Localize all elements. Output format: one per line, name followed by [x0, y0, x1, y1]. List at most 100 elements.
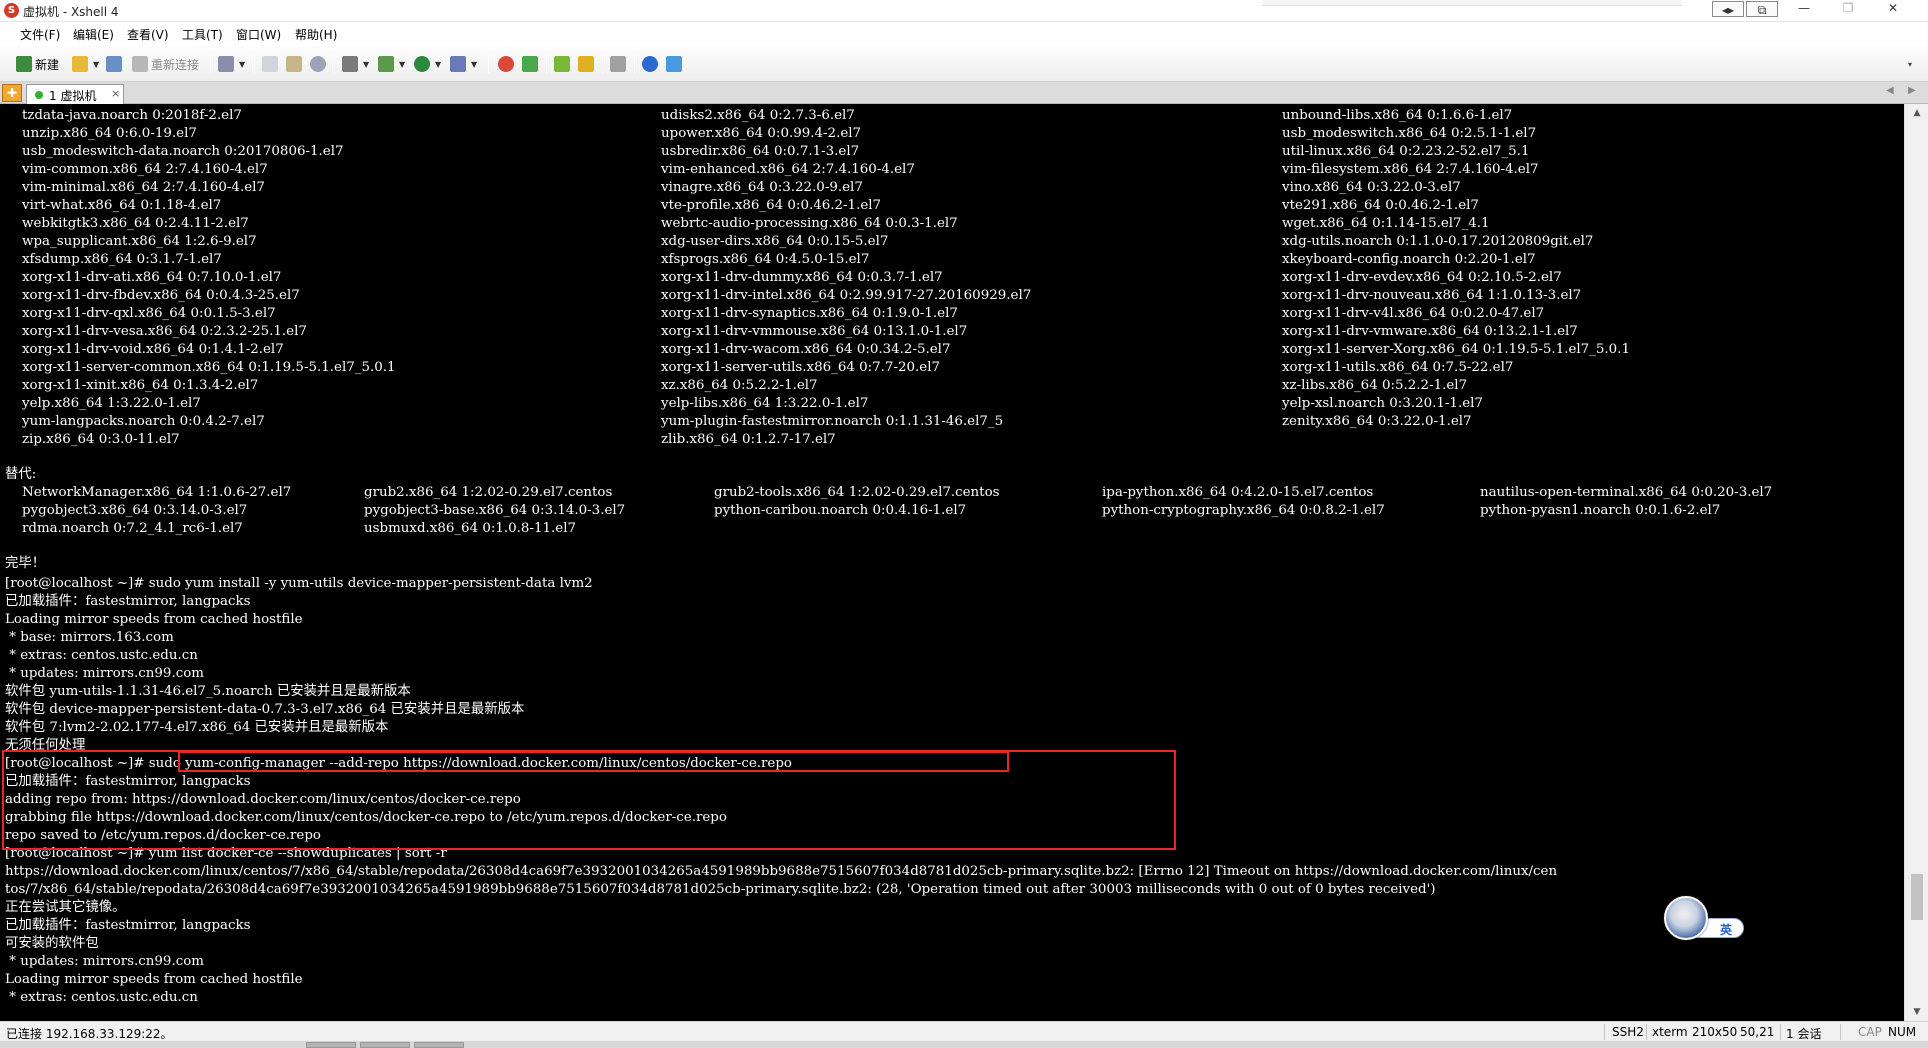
globe-button[interactable]: ▼	[414, 53, 441, 75]
package-entry: wpa_supplicant.x86_64 1:2.6-9.el7	[22, 234, 257, 249]
package-entry: yelp-xsl.noarch 0:3.20.1-1.el7	[1282, 396, 1483, 411]
close-button[interactable]: ✕	[1878, 0, 1908, 18]
open-folder-button[interactable]: ▼	[72, 53, 99, 75]
lock-button[interactable]	[578, 53, 597, 75]
xshell-app-icon: S	[4, 3, 19, 18]
package-entry: usb_modeswitch.x86_64 0:2.5.1-1.el7	[1282, 126, 1537, 141]
toolbar-overflow[interactable]: ▾	[1908, 53, 1912, 75]
ime-floating-widget[interactable]: 英	[1664, 896, 1746, 942]
minimize-button[interactable]: —	[1790, 0, 1818, 18]
chat-button[interactable]	[666, 53, 685, 75]
restore-layout-button[interactable]: ⧉	[1746, 1, 1778, 17]
status-divider	[1646, 1024, 1647, 1040]
taskbar-item[interactable]	[360, 1042, 410, 1048]
close-tab-icon[interactable]: ×	[111, 87, 120, 100]
copy-button[interactable]	[262, 53, 281, 75]
new-session-button[interactable]: 新建	[16, 53, 59, 75]
reconnect-button[interactable]: 重新连接	[132, 53, 199, 75]
toolbar-divider	[334, 55, 335, 73]
package-entry: udisks2.x86_64 0:2.7.3-6.el7	[661, 108, 855, 123]
find-button[interactable]	[310, 53, 329, 75]
chevron-down-icon: ▼	[435, 59, 442, 69]
replaced-package-entry: NetworkManager.x86_64 1:1.0.6-27.el7	[22, 485, 292, 500]
maximize-button[interactable]: ❐	[1834, 0, 1862, 18]
help-button[interactable]	[642, 53, 661, 75]
taskbar-strip	[0, 1041, 1928, 1048]
toolbar: 新建 ▼ 重新连接 ▼ ▼ ▼ ▼ ▼ ▾	[0, 46, 1928, 82]
package-entry: zenity.x86_64 0:3.22.0-1.el7	[1282, 414, 1472, 429]
package-entry: xorg-x11-drv-nouveau.x86_64 1:1.0.13-3.e…	[1282, 288, 1582, 303]
package-entry: xorg-x11-server-utils.x86_64 0:7.7-20.el…	[661, 360, 940, 375]
keys-button[interactable]: ▼	[450, 53, 477, 75]
replaced-package-entry: grub2.x86_64 1:2.02-0.29.el7.centos	[364, 485, 613, 500]
menu-window[interactable]: 窗口(W)	[236, 26, 281, 43]
menu-bar: 文件(F) 编辑(E) 查看(V) 工具(T) 窗口(W) 帮助(H)	[0, 22, 1928, 46]
ime-language-indicator[interactable]: 英	[1720, 921, 1732, 938]
terminal-line: Loading mirror speeds from cached hostfi…	[5, 612, 303, 627]
replaced-package-entry: ipa-python.x86_64 0:4.2.0-15.el7.centos	[1102, 485, 1374, 500]
transfer-button[interactable]: ▼	[378, 53, 405, 75]
xmanager-button[interactable]	[522, 53, 541, 75]
terminal-output[interactable]: tzdata-java.noarch 0:2018f-2.el7 udisks2.…	[0, 104, 1904, 1021]
package-entry: xz.x86_64 0:5.2.2-1.el7	[661, 378, 818, 393]
menu-tools[interactable]: 工具(T)	[182, 26, 223, 43]
package-entry: virt-what.x86_64 0:1.18-4.el7	[22, 198, 222, 213]
package-entry: vim-enhanced.x86_64 2:7.4.160-4.el7	[661, 162, 915, 177]
package-entry: xorg-x11-server-Xorg.x86_64 0:1.19.5-5.1…	[1282, 342, 1630, 357]
layout-button[interactable]	[554, 53, 573, 75]
toolbar-divider	[546, 55, 547, 73]
replaced-package-entry: python-caribou.noarch 0:0.4.16-1.el7	[714, 503, 967, 518]
package-entry: xfsprogs.x86_64 0:4.5.0-15.el7	[661, 252, 870, 267]
taskbar-item[interactable]	[306, 1042, 356, 1048]
terminal-type-status: xterm	[1652, 1025, 1688, 1039]
terminal-line: https://download.docker.com/linux/centos…	[5, 864, 1558, 879]
toolbar-divider	[488, 55, 489, 73]
layout-toggle-button[interactable]: ◂▸	[1712, 1, 1744, 17]
package-entry: xorg-x11-xinit.x86_64 0:1.3.4-2.el7	[22, 378, 259, 393]
add-tab-icon[interactable]: ✚	[2, 84, 22, 102]
terminal-line: * updates: mirrors.cn99.com	[5, 954, 204, 969]
package-entry: xorg-x11-drv-v4l.x86_64 0:0.2.0-47.el7	[1282, 306, 1545, 321]
num-lock-status: NUM	[1888, 1025, 1917, 1039]
link-button[interactable]	[106, 53, 125, 75]
xftp-button[interactable]	[498, 53, 517, 75]
package-entry: yelp.x86_64 1:3.22.0-1.el7	[22, 396, 201, 411]
terminal-line: * extras: centos.ustc.edu.cn	[5, 648, 198, 663]
lock-icon	[578, 56, 594, 72]
package-entry: vim-minimal.x86_64 2:7.4.160-4.el7	[22, 180, 265, 195]
menu-file[interactable]: 文件(F)	[20, 26, 60, 43]
scroll-thumb[interactable]	[1911, 874, 1923, 920]
package-entry: xorg-x11-drv-qxl.x86_64 0:0.1.5-3.el7	[22, 306, 276, 321]
tab-session-1[interactable]: 1 虚拟机 ×	[26, 84, 124, 104]
terminal-line: 正在尝试其它镜像。	[5, 900, 126, 915]
vertical-scrollbar[interactable]: ▲ ▼	[1904, 104, 1928, 1021]
package-entry: webrtc-audio-processing.x86_64 0:0.3-1.e…	[661, 216, 958, 231]
replaced-package-entry: pygobject3-base.x86_64 0:3.14.0-3.el7	[364, 503, 626, 518]
caps-lock-status: CAP	[1858, 1025, 1882, 1039]
taskbar-item[interactable]	[414, 1042, 464, 1048]
package-entry: xorg-x11-drv-wacom.x86_64 0:0.34.2-5.el7	[661, 342, 951, 357]
paste-button[interactable]	[286, 53, 305, 75]
status-divider	[1780, 1024, 1781, 1040]
package-entry: util-linux.x86_64 0:2.23.2-52.el7_5.1	[1282, 144, 1530, 159]
tab-next-icon[interactable]: ▶	[1908, 85, 1916, 96]
package-entry: xdg-utils.noarch 0:1.1.0-0.17.20120809gi…	[1282, 234, 1594, 249]
menu-view[interactable]: 查看(V)	[127, 26, 169, 43]
title-bar-search-strip	[1262, 0, 1682, 6]
paste-icon	[286, 56, 302, 72]
scroll-up-icon[interactable]: ▲	[1905, 104, 1928, 122]
package-entry: usbredir.x86_64 0:0.7.1-3.el7	[661, 144, 860, 159]
scroll-down-icon[interactable]: ▼	[1905, 1003, 1928, 1021]
tab-prev-icon[interactable]: ◀	[1886, 85, 1894, 96]
keyboard-button[interactable]	[610, 53, 629, 75]
properties-icon	[218, 56, 234, 72]
properties-button[interactable]: ▼	[218, 53, 245, 75]
package-entry: xorg-x11-drv-void.x86_64 0:1.4.1-2.el7	[22, 342, 284, 357]
menu-help[interactable]: 帮助(H)	[295, 26, 337, 43]
package-entry: xorg-x11-drv-fbdev.x86_64 0:0.4.3-25.el7	[22, 288, 300, 303]
tab-label: 1 虚拟机	[49, 89, 97, 103]
magnifier-icon	[310, 56, 326, 72]
menu-edit[interactable]: 编辑(E)	[73, 26, 114, 43]
package-entry: xorg-x11-drv-intel.x86_64 0:2.99.917-27.…	[661, 288, 1032, 303]
print-button[interactable]: ▼	[342, 53, 369, 75]
